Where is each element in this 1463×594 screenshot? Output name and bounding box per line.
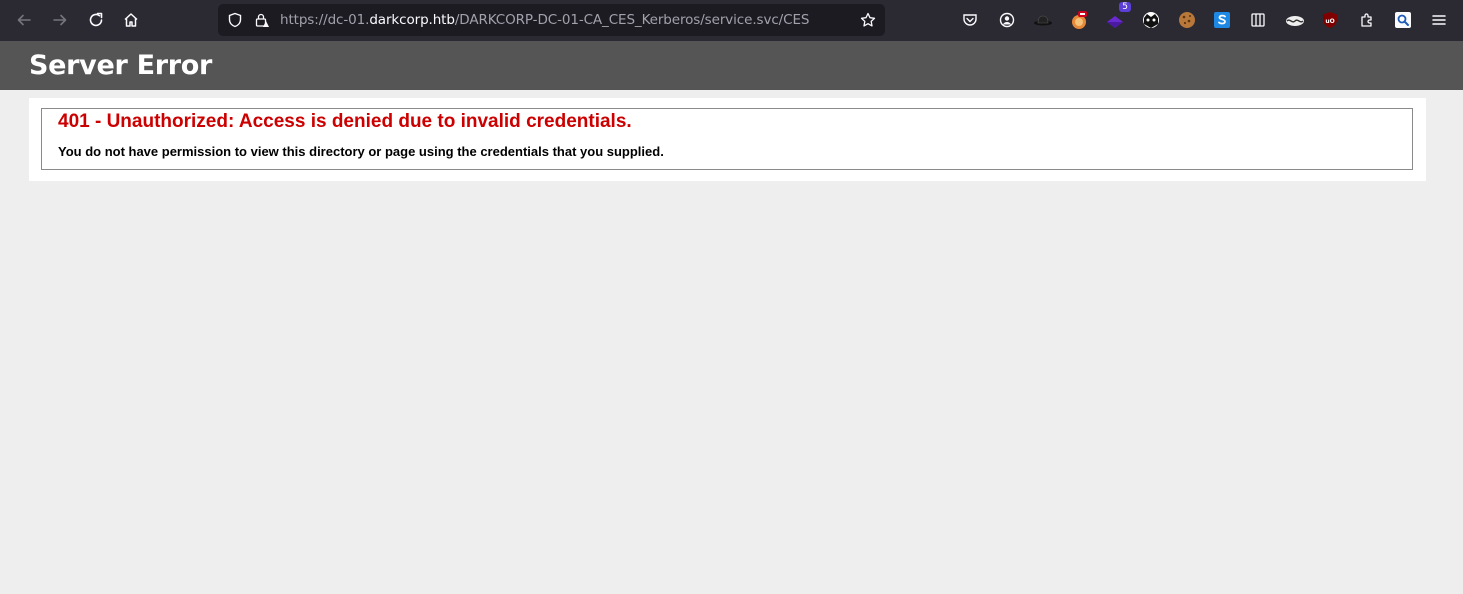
svg-text:uO: uO (1325, 18, 1334, 25)
fedora-hat-icon (1034, 15, 1052, 26)
reload-icon (89, 12, 103, 27)
url-text[interactable]: https://dc-01.darkcorp.htb/DARKCORP-DC-0… (280, 12, 809, 28)
page-header: Server Error (0, 41, 1463, 90)
extension-cookie-button[interactable] (1175, 8, 1199, 32)
extension-purple-button[interactable]: 5 (1103, 2, 1131, 32)
extensions-button[interactable] (1355, 8, 1379, 32)
forward-button[interactable] (45, 5, 75, 35)
extension-ublock-button[interactable]: uO (1318, 8, 1342, 32)
content-panel: 401 - Unauthorized: Access is denied due… (29, 98, 1426, 181)
arrow-left-icon (17, 14, 31, 26)
cookie-icon (1179, 12, 1195, 28)
error-box: 401 - Unauthorized: Access is denied due… (41, 108, 1413, 170)
bowl-icon (1072, 11, 1087, 29)
arrow-right-icon (53, 14, 67, 26)
extension-wave-button[interactable] (1283, 8, 1307, 32)
account-icon (999, 12, 1015, 28)
search-box-icon (1395, 12, 1411, 28)
address-bar[interactable]: https://dc-01.darkcorp.htb/DARKCORP-DC-0… (218, 4, 885, 36)
account-button[interactable] (995, 8, 1019, 32)
browser-toolbar: https://dc-01.darkcorp.htb/DARKCORP-DC-0… (0, 0, 1463, 41)
back-button[interactable] (9, 5, 39, 35)
url-path: /DARKCORP-DC-01-CA_CES_Kerberos/service.… (454, 12, 810, 28)
wave-icon (1286, 16, 1304, 26)
s-box-icon (1214, 12, 1230, 28)
extension-badge: 5 (1119, 2, 1131, 12)
hamburger-menu-icon (1432, 15, 1446, 25)
url-host: darkcorp.htb (369, 12, 455, 28)
ublock-shield-icon: uO (1323, 12, 1337, 28)
error-message: You do not have permission to view this … (58, 144, 664, 159)
extension-search-button[interactable] (1391, 8, 1415, 32)
url-prefix: https://dc-01. (280, 12, 370, 28)
mask-icon (1143, 12, 1159, 28)
menu-button[interactable] (1427, 8, 1451, 32)
home-icon (124, 13, 138, 27)
extension-mask-button[interactable] (1139, 8, 1163, 32)
extension-s-button[interactable] (1210, 8, 1234, 32)
shield-icon[interactable] (227, 12, 243, 28)
lock-warning-icon[interactable] (254, 12, 270, 28)
extension-cookie-bowl-button[interactable] (1067, 8, 1091, 32)
extension-hat-button[interactable] (1031, 8, 1055, 32)
extension-columns-button[interactable] (1246, 8, 1270, 32)
columns-icon (1251, 13, 1265, 27)
home-button[interactable] (116, 5, 146, 35)
bookmark-star-icon[interactable] (860, 12, 876, 28)
pocket-icon (963, 14, 977, 26)
reload-button[interactable] (81, 5, 111, 35)
pocket-button[interactable] (958, 8, 982, 32)
puzzle-icon (1361, 13, 1372, 27)
page-title: Server Error (29, 50, 213, 81)
purple-shape-icon (1107, 16, 1123, 28)
error-title: 401 - Unauthorized: Access is denied due… (58, 111, 632, 132)
